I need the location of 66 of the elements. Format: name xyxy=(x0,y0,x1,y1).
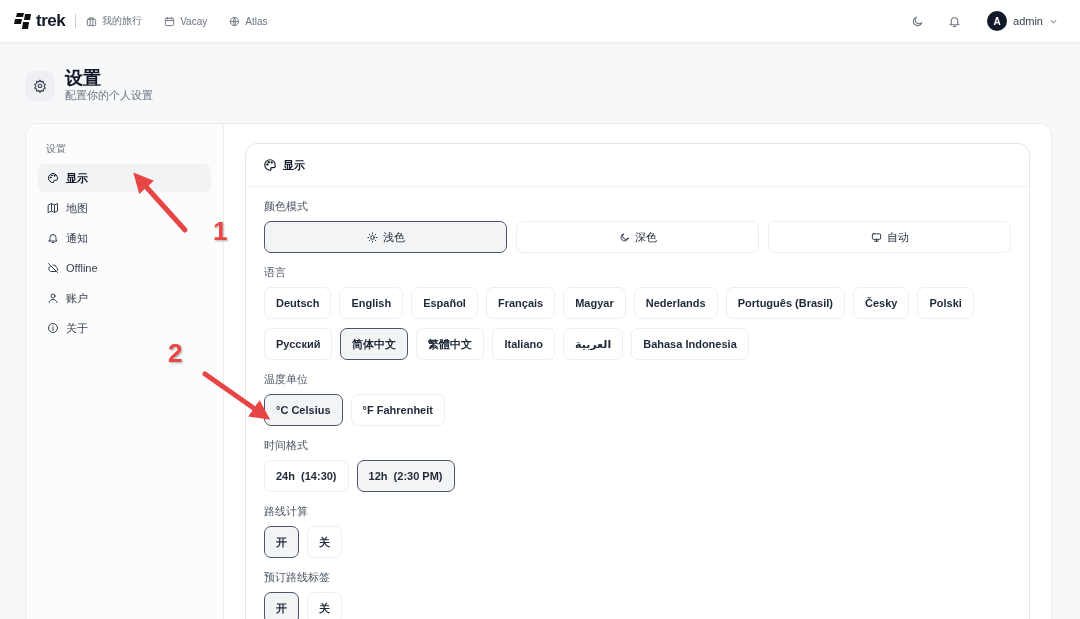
settings-icon xyxy=(33,78,47,93)
calendar-icon xyxy=(164,15,176,27)
section-label: 温度单位 xyxy=(264,372,309,387)
annotation-number: 1 xyxy=(213,216,228,247)
option-button[interactable]: Nederlands xyxy=(633,287,718,319)
bell-icon xyxy=(47,232,59,244)
sidebar-item[interactable]: 通知 xyxy=(38,224,211,252)
sidebar-item[interactable]: Offline xyxy=(38,254,211,282)
option-button[interactable]: 开 xyxy=(264,592,299,619)
moon-icon xyxy=(618,231,630,243)
option-button[interactable]: Русский xyxy=(264,328,333,360)
option-button[interactable]: 关 xyxy=(307,592,342,619)
notifications-icon[interactable] xyxy=(948,14,962,28)
option-button[interactable]: °F Fahrenheit xyxy=(350,394,445,426)
user-icon xyxy=(47,292,59,304)
option-button[interactable]: Français xyxy=(485,287,556,319)
panel-title: 显示 xyxy=(283,157,305,173)
map-icon xyxy=(47,202,59,214)
palette-icon xyxy=(47,172,59,184)
monitor-icon xyxy=(870,231,882,243)
option-button[interactable]: Italiano xyxy=(492,328,555,360)
briefcase-icon xyxy=(86,15,98,27)
section-label: 预订路线标签 xyxy=(264,570,331,585)
option-button[interactable]: 简体中文 xyxy=(340,328,409,360)
logo-icon[interactable] xyxy=(14,13,32,29)
cloud-off-icon xyxy=(47,262,59,274)
page-title: 设置 xyxy=(65,68,102,88)
sun-icon xyxy=(366,231,378,243)
annotation-arrow xyxy=(133,172,188,233)
user-name[interactable]: admin xyxy=(1013,15,1043,27)
option-button[interactable]: 关 xyxy=(307,526,342,558)
section-label: 路线计算 xyxy=(264,504,309,519)
theme-toggle-icon[interactable] xyxy=(911,14,925,28)
option-button[interactable]: Deutsch xyxy=(264,287,332,319)
option-button[interactable]: 浅色 xyxy=(264,221,507,253)
option-button[interactable]: 24h (14:30) xyxy=(264,460,349,492)
option-button[interactable]: Bahasa Indonesia xyxy=(631,328,749,360)
section-label: 语言 xyxy=(264,265,287,280)
sidebar-item[interactable]: 账户 xyxy=(38,284,211,312)
globe-icon xyxy=(229,15,241,27)
option-button[interactable]: العربية xyxy=(562,328,624,360)
info-icon xyxy=(47,322,59,334)
avatar[interactable]: A xyxy=(987,11,1008,31)
option-button[interactable]: Português (Brasil) xyxy=(725,287,845,319)
section-label: 时间格式 xyxy=(264,438,309,453)
option-button[interactable]: Magyar xyxy=(563,287,626,319)
logo-text[interactable]: trek xyxy=(36,11,66,31)
nav-link[interactable]: Vacay xyxy=(164,15,208,27)
option-button[interactable]: Česky xyxy=(853,287,910,319)
sidebar-heading: 设置 xyxy=(45,142,67,156)
option-button[interactable]: English xyxy=(339,287,404,319)
option-button[interactable]: 繁體中文 xyxy=(416,328,485,360)
palette-icon xyxy=(263,158,277,172)
nav-link[interactable]: Atlas xyxy=(229,15,268,27)
section-label: 颜色模式 xyxy=(264,199,309,214)
nav-link[interactable]: 我的旅行 xyxy=(86,14,143,28)
sidebar-item[interactable]: 地图 xyxy=(38,194,211,222)
option-button[interactable]: 开 xyxy=(264,526,299,558)
option-button[interactable]: Español xyxy=(411,287,478,319)
option-button[interactable]: 自动 xyxy=(768,221,1011,253)
option-button[interactable]: °C Celsius xyxy=(264,394,343,426)
option-button[interactable]: 12h (2:30 PM) xyxy=(356,460,455,492)
option-button[interactable]: 深色 xyxy=(516,221,759,253)
option-button[interactable]: Polski xyxy=(917,287,974,319)
sidebar-item[interactable]: 显示 xyxy=(38,164,211,192)
page-subtitle: 配置你的个人设置 xyxy=(65,88,153,103)
